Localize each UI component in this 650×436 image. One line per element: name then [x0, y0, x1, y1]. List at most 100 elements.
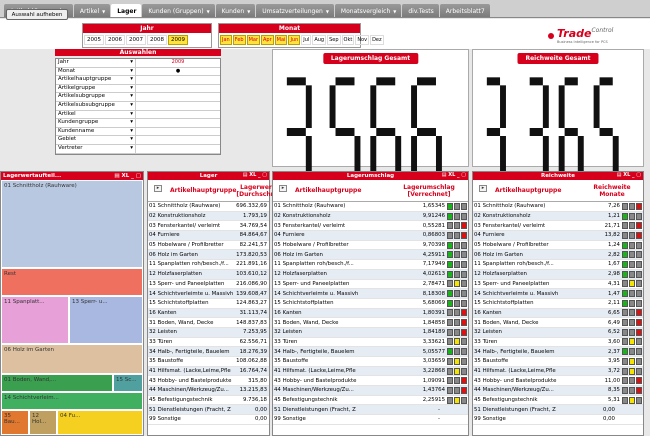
year-option[interactable]: 2006: [105, 35, 125, 45]
table-row[interactable]: 02 Konstruktionsholz 9,91246: [273, 211, 468, 222]
table-row[interactable]: 32 Leisten 1,84189: [273, 327, 468, 338]
table-row[interactable]: 06 Holz im Garten 4,25911: [273, 250, 468, 261]
treemap-cell[interactable]: 04 Fu...: [57, 410, 143, 435]
month-option[interactable]: Mar: [246, 35, 261, 45]
table-row[interactable]: 13 Sperr- und Paneelplatten 2,78471: [273, 280, 468, 290]
table-row[interactable]: 41 Hilfsmat. (Lacke,Leime,Pfle 3,22868: [273, 366, 468, 377]
table-row[interactable]: 44 Maschinen/Werkzeug/Zu... 13.215,83: [148, 386, 269, 396]
sheet-tab[interactable]: Kunden (Gruppen) ▼: [142, 4, 215, 17]
selection-field-row[interactable]: Artikelhauptgruppe ▾: [56, 76, 220, 85]
month-option[interactable]: Sep: [327, 35, 341, 45]
table-row[interactable]: 13 Sperr- und Paneelplatten 216.086,90: [148, 280, 269, 290]
month-option[interactable]: Jan: [220, 35, 232, 45]
table-row[interactable]: 31 Boden, Wand, Decke 6,49: [473, 318, 643, 328]
col-lagerumschlag[interactable]: Lagerumschlag [Verrechnet]: [390, 184, 468, 198]
treemap-cell[interactable]: 15 Sc...: [113, 374, 143, 392]
expand-icon[interactable]: ▸: [154, 185, 162, 192]
table-row[interactable]: 06 Holz im Garten 2,82: [473, 250, 643, 261]
table-row[interactable]: 15 Schichtstoffplatten 2,11: [473, 299, 643, 309]
table-row[interactable]: 33 Türen 62.556,71: [148, 338, 269, 348]
table-row[interactable]: 44 Maschinen/Werkzeug/Zu... 1,43764: [273, 386, 468, 396]
treemap-cell[interactable]: 01 Schnittholz (Rauhware): [1, 180, 143, 268]
table-row[interactable]: 16 Kanten 6,65: [473, 308, 643, 319]
window-controls[interactable]: ▤ XL _ ▢: [442, 172, 466, 178]
treemap-cell[interactable]: 01 Boden, Wand,...: [1, 374, 113, 392]
sheet-tab[interactable]: Artikel ▼: [73, 4, 111, 17]
selection-field-row[interactable]: Artikelsubgruppe ▾: [56, 93, 220, 102]
table-row[interactable]: 34 Halb-, Fertigteile, Bauelem 18.276,39: [148, 347, 269, 357]
expand-icon[interactable]: ▸: [479, 185, 487, 192]
sheet-tab[interactable]: Monatsvergleich ▼: [334, 4, 402, 17]
table-row[interactable]: 31 Boden, Wand, Decke 148.837,83: [148, 318, 269, 328]
treemap-cell[interactable]: 13 Sperr- u...: [69, 296, 143, 344]
year-option[interactable]: 2008: [147, 35, 167, 45]
table-row[interactable]: 51 Dienstleistungen (Fracht, Z 0,00: [473, 405, 643, 416]
month-option[interactable]: Jun: [288, 35, 301, 45]
table-row[interactable]: 14 Schichtverleimte u. Massivh 1,47: [473, 289, 643, 299]
selection-field-row[interactable]: Vertreter ▾: [56, 144, 220, 154]
table-row[interactable]: 43 Hobby- und Bastelprodukte 11,00: [473, 376, 643, 387]
table-row[interactable]: 01 Schnittholz (Rauhware) 7,26: [473, 202, 643, 212]
expand-icon[interactable]: ▸: [279, 185, 287, 192]
month-option[interactable]: Feb: [232, 35, 246, 45]
sheet-tab[interactable]: div.Tests: [402, 4, 439, 17]
month-option[interactable]: Dez: [370, 35, 384, 45]
treemap-cell[interactable]: 11 Spanplatt...: [1, 296, 69, 344]
table-row[interactable]: 44 Maschinen/Werkzeug/Zu... 8,35: [473, 386, 643, 396]
table-row[interactable]: 14 Schichtverleimte u. Massivh 8,18308: [273, 289, 468, 299]
sheet-tab[interactable]: Umsatzverteilungen ▼: [256, 4, 334, 17]
sheet-tab[interactable]: Kunden ▼: [215, 4, 256, 17]
col-artikelhauptgruppe[interactable]: Artikelhauptgruppe: [273, 187, 390, 194]
treemap-cell[interactable]: 35 Bau...: [1, 410, 29, 435]
table-row[interactable]: 51 Dienstleistungen (Fracht, Z -: [273, 405, 468, 416]
table-row[interactable]: 41 Hilfsmat. (Lacke,Leime,Pfle 16.764,74: [148, 366, 269, 377]
window-controls[interactable]: ▤ XL _ ▢: [243, 172, 267, 178]
selection-field-row[interactable]: Gebiet ▾: [56, 136, 220, 145]
table-row[interactable]: 13 Sperr- und Paneelplatten 4,31: [473, 280, 643, 290]
window-controls[interactable]: ▤ XL _ ▢: [114, 173, 141, 179]
table-row[interactable]: 12 Holzfaserplatten 103.610,12: [148, 269, 269, 280]
selection-field-row[interactable]: Jahr ▾ 2009: [56, 59, 220, 68]
table-row[interactable]: 03 Fensterkantel/ verleimt 34.769,54: [148, 221, 269, 232]
table-row[interactable]: 35 Baustoffe 3,95: [473, 357, 643, 367]
table-row[interactable]: 16 Kanten 31.113,74: [148, 308, 269, 319]
table-row[interactable]: 31 Boden, Wand, Decke 1,84858: [273, 318, 468, 328]
selection-field-row[interactable]: Monat ▾ ●: [56, 67, 220, 77]
year-option[interactable]: 2007: [126, 35, 146, 45]
table-row[interactable]: 99 Sonstige -: [273, 415, 468, 425]
col-reichweite[interactable]: Reichweite Monate: [581, 184, 643, 198]
month-option[interactable]: Jul: [301, 35, 312, 45]
table-row[interactable]: 99 Sonstige 0,00: [148, 415, 269, 425]
table-row[interactable]: 35 Baustoffe 108.062,88: [148, 357, 269, 367]
table-row[interactable]: 43 Hobby- und Bastelprodukte 1,09091: [273, 376, 468, 387]
table-row[interactable]: 06 Holz im Garten 173.820,53: [148, 250, 269, 261]
table-row[interactable]: 45 Befestigungstechnik 9.736,18: [148, 396, 269, 406]
table-row[interactable]: 11 Spanplatten roh/besch./f... 221.891,16: [148, 260, 269, 270]
table-row[interactable]: 14 Schichtverleimte u. Massivh 139.608,47: [148, 289, 269, 299]
selection-field-row[interactable]: Artikelgruppe ▾: [56, 84, 220, 94]
table-row[interactable]: 99 Sonstige 0,00: [473, 415, 643, 425]
clear-selection-button[interactable]: Auswahl aufheben: [6, 9, 68, 20]
table-row[interactable]: 05 Hobelware / Profilbretter 82.241,57: [148, 241, 269, 251]
table-row[interactable]: 12 Holzfaserplatten 4,02613: [273, 269, 468, 280]
table-row[interactable]: 02 Konstruktionsholz 1.793,19: [148, 211, 269, 222]
table-row[interactable]: 05 Hobelware / Profilbretter 1,24: [473, 241, 643, 251]
table-row[interactable]: 11 Spanplatten roh/besch./f... 1,67: [473, 260, 643, 270]
treemap-cell[interactable]: 14 Schichtverleim...: [1, 392, 143, 410]
table-row[interactable]: 45 Befestigungstechnik 2,25915: [273, 396, 468, 406]
month-option[interactable]: Apr: [261, 35, 274, 45]
table-row[interactable]: 02 Konstruktionsholz 1,21: [473, 211, 643, 222]
table-row[interactable]: 41 Hilfsmat. (Lacke,Leime,Pfle 3,72: [473, 366, 643, 377]
table-row[interactable]: 04 Furniere 84.864,67: [148, 231, 269, 241]
col-artikelhauptgruppe[interactable]: Artikelhauptgruppe: [473, 187, 581, 194]
month-option[interactable]: Mai: [274, 35, 288, 45]
table-row[interactable]: 51 Dienstleistungen (Fracht, Z 0,00: [148, 405, 269, 416]
table-row[interactable]: 05 Hobelware / Profilbretter 9,70398: [273, 241, 468, 251]
month-option[interactable]: Okt: [341, 35, 355, 45]
table-row[interactable]: 12 Holzfaserplatten 2,98: [473, 269, 643, 280]
treemap-cell[interactable]: Rest: [1, 268, 143, 296]
table-row[interactable]: 34 Halb-, Fertigteile, Bauelem 5,05577: [273, 347, 468, 357]
table-row[interactable]: 43 Hobby- und Bastelprodukte 315,80: [148, 376, 269, 387]
table-row[interactable]: 33 Türen 3,60: [473, 338, 643, 348]
window-controls[interactable]: ▤ XL _ ▢: [617, 172, 641, 178]
